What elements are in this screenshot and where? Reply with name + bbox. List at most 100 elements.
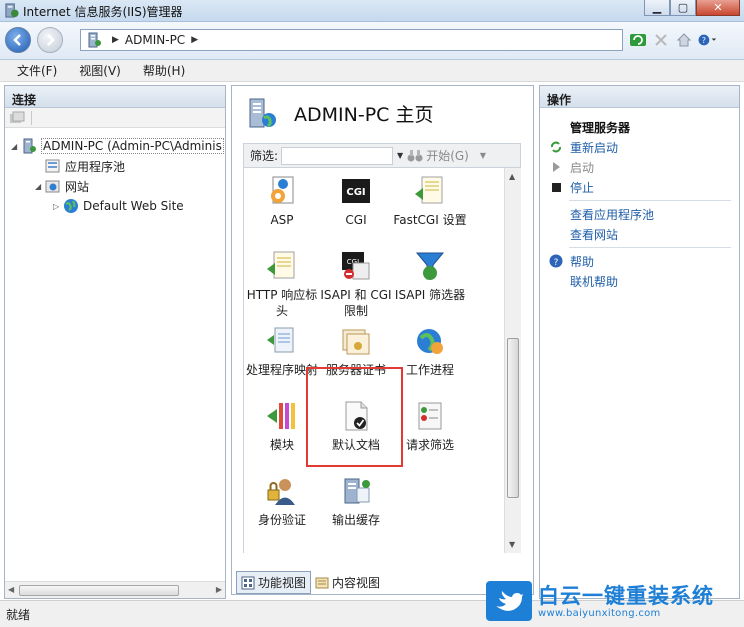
- scrollbar-thumb[interactable]: [19, 585, 179, 596]
- watermark-url: www.baiyunxitong.com: [538, 607, 661, 619]
- action-start[interactable]: 启动: [549, 157, 739, 177]
- action-view-app-pools[interactable]: 查看应用程序池: [549, 204, 739, 224]
- svg-text:?: ?: [554, 258, 559, 268]
- actions-panel: 操作 管理服务器 重新启动 启动 停止 查看应用程序池 查看网站 ? 帮助 联机…: [539, 85, 740, 599]
- feature-http-headers[interactable]: HTTP 响应标头: [244, 249, 320, 319]
- page-title: ADMIN-PC 主页: [294, 104, 434, 126]
- tab-label: 内容视图: [332, 576, 381, 590]
- stop-icon[interactable]: [651, 29, 671, 51]
- feature-label: 身份验证: [257, 513, 306, 527]
- tab-content-view[interactable]: 内容视图: [311, 572, 384, 593]
- actions-header: 操作: [540, 86, 739, 108]
- feature-label: 请求筛选: [405, 438, 454, 452]
- feature-worker-processes[interactable]: 工作进程: [392, 324, 468, 378]
- refresh-icon[interactable]: [628, 29, 648, 51]
- http-headers-icon: [267, 251, 295, 279]
- feature-label: FastCGI 设置: [393, 213, 467, 227]
- feature-isapi-cgi[interactable]: CGI ISAPI 和 CGI 限制: [318, 249, 394, 319]
- feature-isapi-filters[interactable]: ISAPI 筛选器: [392, 249, 468, 303]
- filter-input[interactable]: [281, 146, 394, 165]
- tree-node-sites[interactable]: ◢ 网站: [35, 176, 89, 196]
- watermark-title: 白云一键重装系统: [538, 583, 714, 608]
- action-group-label: 管理服务器: [570, 120, 631, 135]
- page-header: ADMIN-PC 主页: [232, 86, 533, 144]
- feature-label: ISAPI 和 CGI 限制: [320, 288, 392, 318]
- action-label: 停止: [570, 180, 595, 195]
- server-large-icon: [249, 98, 276, 128]
- action-stop[interactable]: 停止: [549, 177, 739, 197]
- help-dropdown-icon[interactable]: ?: [697, 29, 717, 51]
- filter-bar: 筛选: ▼ 开始(G) ▼: [243, 143, 521, 168]
- divider: [569, 200, 731, 201]
- feature-authentication[interactable]: 身份验证: [244, 474, 320, 528]
- expanded-arrow-icon[interactable]: ◢: [11, 142, 21, 151]
- authentication-icon: [267, 479, 295, 505]
- collapsed-arrow-icon[interactable]: ▷: [53, 202, 63, 211]
- status-text: 就绪: [6, 608, 31, 622]
- scroll-down-icon[interactable]: ▼: [509, 540, 515, 549]
- action-help[interactable]: ? 帮助: [549, 251, 739, 271]
- tree-node-label: 网站: [65, 179, 90, 194]
- forward-arrow-icon: [47, 34, 55, 46]
- forward-button[interactable]: [37, 27, 63, 53]
- menu-help[interactable]: 帮助(H): [143, 62, 185, 79]
- minimize-button[interactable]: ▁: [644, 0, 670, 16]
- expanded-arrow-icon[interactable]: ◢: [35, 182, 45, 191]
- maximize-button[interactable]: ▢: [670, 0, 696, 16]
- scroll-right-icon[interactable]: ▶: [216, 585, 222, 594]
- action-label: 启动: [570, 160, 595, 175]
- tab-features-view[interactable]: 功能视图: [236, 571, 312, 594]
- output-cache-icon: [344, 478, 370, 504]
- breadcrumb-separator-icon: ▶: [112, 35, 119, 45]
- handler-mapping-icon: [267, 327, 294, 353]
- address-bar[interactable]: ▶ ADMIN-PC ▶: [80, 29, 623, 51]
- watermark: 白云一键重装系统 www.baiyunxitong.com: [486, 578, 742, 624]
- worker-process-icon: [417, 329, 443, 354]
- tree-node-default-web-site[interactable]: ▷ Default Web Site: [53, 196, 184, 216]
- tree-node-app-pools[interactable]: 应用程序池: [35, 156, 125, 176]
- connections-header: 连接: [5, 86, 225, 108]
- server-icon: [23, 138, 36, 154]
- start-dropdown-icon[interactable]: ▼: [480, 151, 486, 160]
- stop-square-icon: [549, 180, 563, 194]
- address-segment[interactable]: ADMIN-PC: [125, 33, 185, 47]
- connections-horizontal-scrollbar[interactable]: ◀ ▶: [5, 581, 225, 598]
- restart-icon: [549, 140, 563, 154]
- help-icon: ?: [549, 254, 563, 268]
- connect-icon[interactable]: [9, 111, 25, 125]
- iis-app-icon: [5, 3, 19, 18]
- close-button[interactable]: ✕: [696, 0, 740, 16]
- action-label: 查看应用程序池: [570, 207, 655, 222]
- feature-request-filtering[interactable]: 请求筛选: [392, 399, 468, 453]
- feature-cgi[interactable]: CGI CGI: [318, 174, 394, 228]
- back-button[interactable]: [5, 27, 31, 53]
- title-bar: Internet 信息服务(IIS)管理器 ▁ ▢ ✕: [0, 0, 744, 22]
- feature-output-caching[interactable]: 输出缓存: [318, 474, 394, 528]
- app-pool-icon: [45, 159, 60, 173]
- binoculars-icon: [407, 149, 423, 161]
- action-view-sites[interactable]: 查看网站: [549, 224, 739, 244]
- filter-dropdown-icon[interactable]: ▼: [397, 151, 403, 160]
- action-restart[interactable]: 重新启动: [549, 137, 739, 157]
- content-view-icon: [315, 577, 329, 588]
- svg-text:CGI: CGI: [346, 187, 365, 198]
- feature-fastcgi[interactable]: FastCGI 设置: [392, 174, 468, 228]
- cgi-icon: CGI: [342, 179, 370, 203]
- home-icon[interactable]: [674, 29, 694, 51]
- scroll-left-icon[interactable]: ◀: [8, 585, 14, 594]
- menu-file[interactable]: 文件(F): [17, 62, 57, 79]
- feature-asp[interactable]: ASP: [244, 174, 320, 228]
- tree-node-label: ADMIN-PC (Admin-PC\Adminis: [41, 138, 224, 154]
- feature-label: ASP: [270, 213, 294, 227]
- start-button[interactable]: 开始(G) ▼: [407, 147, 486, 164]
- scrollbar-thumb[interactable]: [507, 338, 519, 498]
- scroll-up-icon[interactable]: ▲: [509, 172, 515, 181]
- request-filter-icon: [418, 402, 442, 430]
- features-vertical-scrollbar[interactable]: ▲ ▼: [504, 168, 521, 553]
- menu-bar: 文件(F) 视图(V) 帮助(H): [0, 60, 744, 82]
- tree-node-server[interactable]: ◢ ADMIN-PC (Admin-PC\Adminis: [11, 136, 224, 156]
- menu-view[interactable]: 视图(V): [79, 62, 121, 79]
- breadcrumb-separator-icon: ▶: [191, 35, 199, 45]
- action-online-help[interactable]: 联机帮助: [549, 271, 739, 291]
- start-icon: [549, 160, 563, 174]
